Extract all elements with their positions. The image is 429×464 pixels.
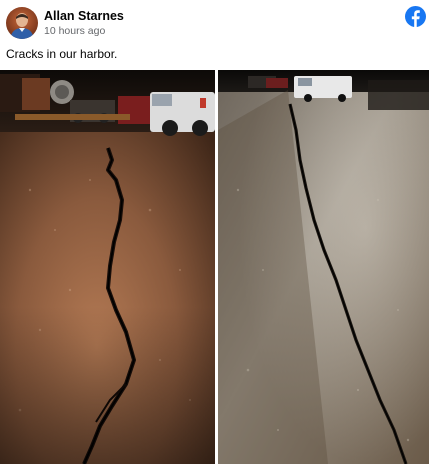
cracked-ground-photo-right[interactable] <box>218 70 429 464</box>
author-avatar[interactable] <box>6 7 38 39</box>
photo-grid <box>0 70 429 464</box>
facebook-logo-icon[interactable] <box>405 6 426 27</box>
post-header: Allan Starnes 10 hours ago <box>0 0 429 44</box>
author-name[interactable]: Allan Starnes <box>44 9 124 23</box>
post-timestamp[interactable]: 10 hours ago <box>44 25 105 37</box>
cracked-ground-photo-left[interactable] <box>0 70 215 464</box>
post-caption: Cracks in our harbor. <box>6 47 118 61</box>
